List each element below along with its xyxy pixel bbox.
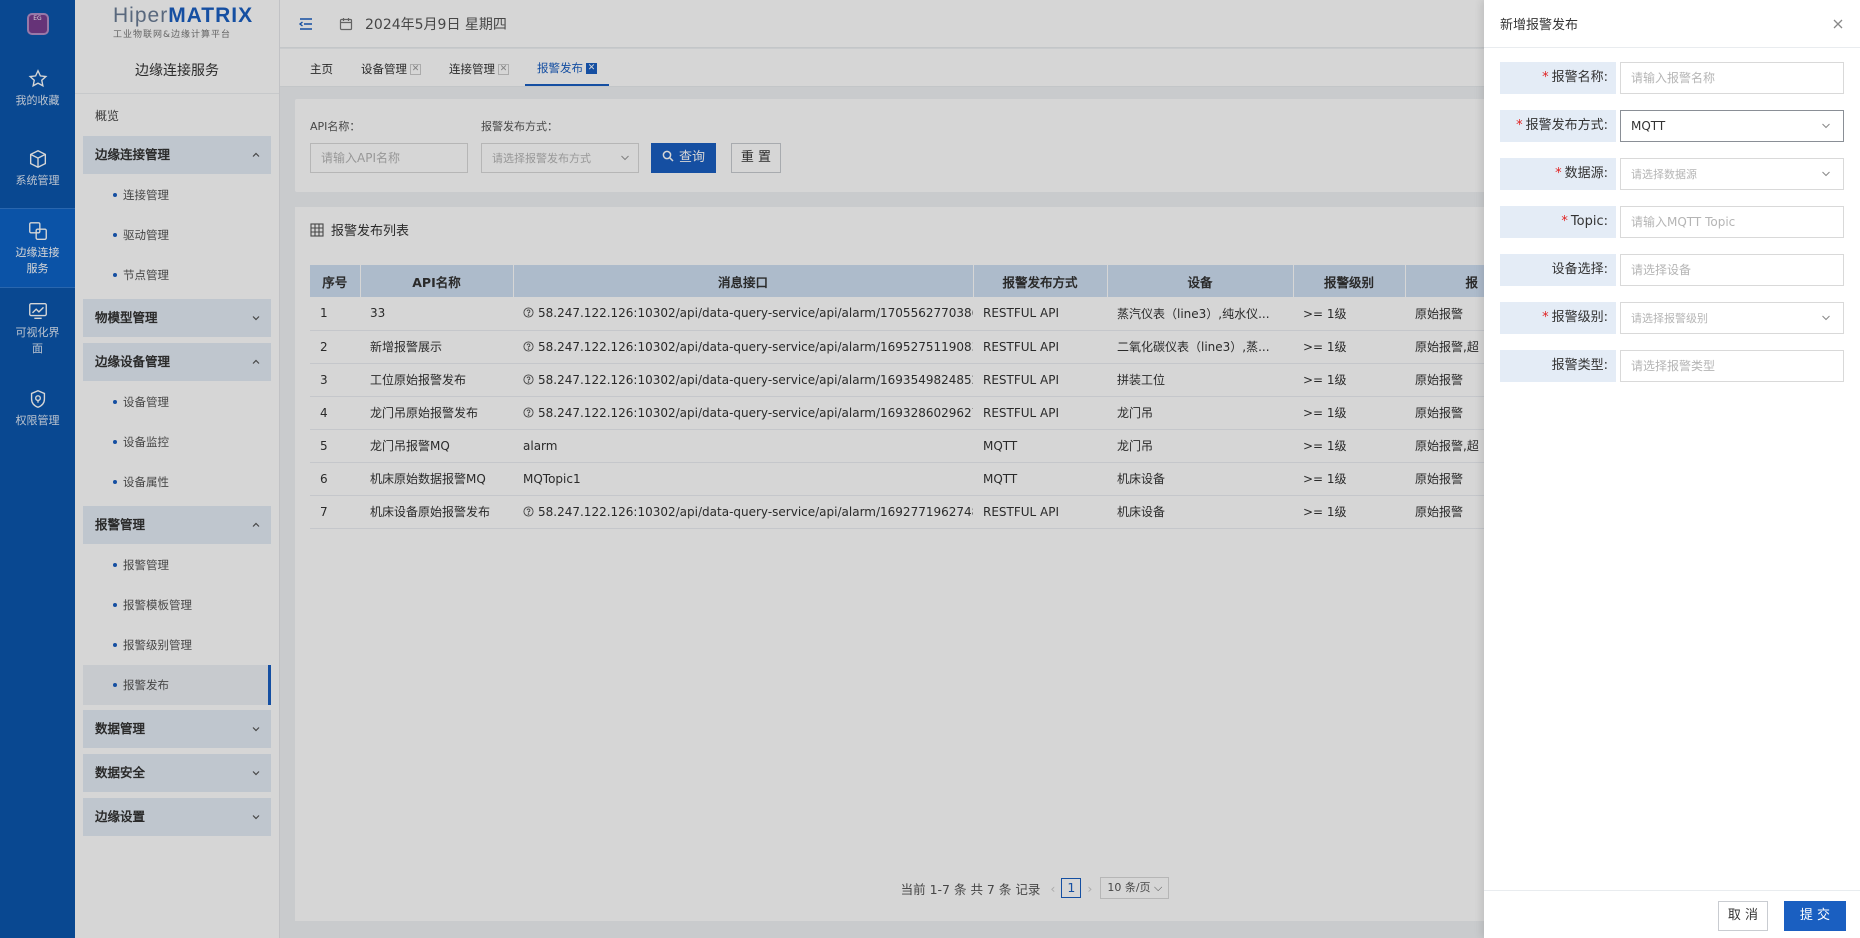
field-device-select: 设备选择: 请选择设备: [1500, 254, 1844, 286]
chevron-down-icon: [1821, 111, 1831, 141]
field-alarm-type: 报警类型: 请选择报警类型: [1500, 350, 1844, 382]
field-label: * 报警发布方式:: [1500, 110, 1616, 142]
device-select-input[interactable]: 请选择设备: [1620, 254, 1844, 286]
field-label: * 报警名称:: [1500, 62, 1616, 94]
field-topic: * Topic: 请输入MQTT Topic: [1500, 206, 1844, 238]
drawer-title: 新增报警发布: [1500, 18, 1579, 33]
alarm-name-input[interactable]: 请输入报警名称: [1620, 62, 1844, 94]
publish-method-select[interactable]: MQTT: [1620, 110, 1844, 142]
required-mark: *: [1542, 70, 1549, 85]
drawer-footer: 取 消 提 交: [1484, 890, 1860, 938]
alarm-level-select[interactable]: 请选择报警级别: [1620, 302, 1844, 334]
drawer-header: 新增报警发布: [1484, 0, 1860, 48]
close-icon[interactable]: [1832, 18, 1844, 30]
field-label: * 报警级别:: [1500, 302, 1616, 334]
cancel-button[interactable]: 取 消: [1718, 901, 1768, 931]
required-mark: *: [1542, 310, 1549, 325]
required-mark: *: [1516, 118, 1523, 133]
field-label: 报警类型:: [1500, 350, 1616, 382]
field-publish-method: * 报警发布方式: MQTT: [1500, 110, 1844, 142]
field-label: * Topic:: [1500, 206, 1616, 238]
chevron-down-icon: [1821, 303, 1831, 333]
field-alarm-level: * 报警级别: 请选择报警级别: [1500, 302, 1844, 334]
submit-button[interactable]: 提 交: [1784, 901, 1846, 931]
field-data-source: * 数据源: 请选择数据源: [1500, 158, 1844, 190]
field-label: 设备选择:: [1500, 254, 1616, 286]
required-mark: *: [1561, 214, 1568, 229]
modal-overlay[interactable]: [0, 0, 1484, 938]
field-alarm-name: * 报警名称: 请输入报警名称: [1500, 62, 1844, 94]
alarm-type-input[interactable]: 请选择报警类型: [1620, 350, 1844, 382]
topic-input[interactable]: 请输入MQTT Topic: [1620, 206, 1844, 238]
chevron-down-icon: [1821, 159, 1831, 189]
new-alarm-publish-drawer: 新增报警发布 * 报警名称: 请输入报警名称 * 报警发布方式: MQTT * 数据源: 请选择…: [1484, 0, 1860, 938]
field-label: * 数据源:: [1500, 158, 1616, 190]
required-mark: *: [1555, 166, 1562, 181]
data-source-select[interactable]: 请选择数据源: [1620, 158, 1844, 190]
